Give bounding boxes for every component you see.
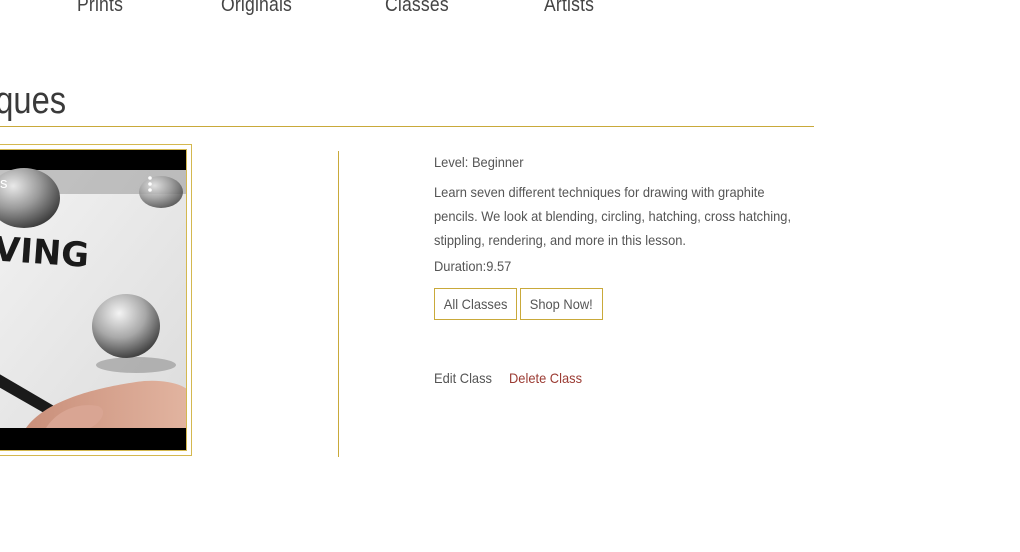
page-title: iques [0, 80, 67, 122]
nav-link-originals[interactable]: Originals [221, 0, 292, 17]
edit-class-link[interactable]: Edit Class [434, 370, 492, 386]
class-description: Learn seven different techniques for dra… [434, 184, 792, 248]
nav-link-classes[interactable]: Classes [385, 0, 449, 17]
nav-link-artists[interactable]: Artists [544, 0, 594, 17]
admin-actions: Edit Class Delete Class [434, 370, 804, 386]
video-title-fragment: s [0, 175, 8, 192]
main-nav: Prints Originals Classes Artists [0, 0, 700, 24]
shop-now-button[interactable]: Shop Now! [520, 288, 603, 320]
video-frame: VING s [0, 144, 192, 456]
video-thumbnail[interactable]: VING s [0, 150, 187, 451]
column-divider [338, 151, 339, 457]
all-classes-label: All Classes [443, 296, 508, 312]
class-details: Level: Beginner Learn seven different te… [434, 152, 804, 386]
all-classes-button[interactable]: All Classes [434, 288, 518, 320]
title-divider [0, 126, 814, 127]
more-vert-icon[interactable] [148, 176, 152, 192]
shop-now-label: Shop Now! [529, 296, 593, 312]
nav-link-prints[interactable]: Prints [77, 0, 123, 17]
thumbnail-word: VING [0, 229, 90, 276]
video-player[interactable]: VING s [0, 149, 187, 451]
sphere-drawing-2 [92, 294, 160, 358]
delete-class-link[interactable]: Delete Class [509, 370, 582, 386]
class-action-buttons: All Classes Shop Now! [434, 288, 804, 320]
class-duration: Duration:9.57 [434, 258, 512, 274]
class-level: Level: Beginner [434, 154, 524, 170]
